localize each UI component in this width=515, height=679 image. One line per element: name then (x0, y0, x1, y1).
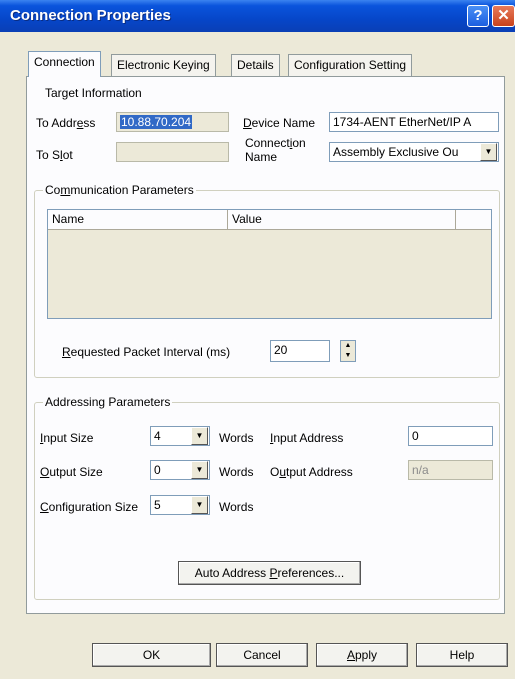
connection-name-label: Connection Name (245, 136, 306, 164)
output-address-field: n/a (408, 460, 493, 480)
to-slot-label: To Slot (36, 148, 73, 162)
window-title: Connection Properties (10, 7, 171, 24)
dropdown-arrow-icon[interactable]: ▼ (191, 427, 208, 445)
configuration-size-words-label: Words (219, 500, 254, 514)
column-header-empty (456, 210, 491, 230)
addressing-parameters-label: Addressing Parameters (43, 395, 173, 409)
tab-connection[interactable]: Connection (28, 51, 101, 77)
to-address-label: To Address (36, 116, 96, 130)
connection-properties-dialog: Connection Properties ? ✕ Connection Ele… (0, 0, 515, 679)
output-address-label: Output Address (270, 465, 353, 479)
configuration-size-label: Configuration Size (40, 500, 139, 514)
title-bar[interactable]: Connection Properties ? ✕ (0, 0, 515, 32)
column-header-value[interactable]: Value (228, 210, 456, 230)
close-icon[interactable]: ✕ (492, 5, 515, 27)
tab-electronic-keying[interactable]: Electronic Keying (111, 54, 216, 76)
input-address-label: Input Address (270, 431, 344, 445)
spin-up-icon[interactable]: ▲ (341, 341, 355, 351)
auto-address-preferences-button[interactable]: Auto Address Preferences... (178, 561, 361, 585)
cancel-button[interactable]: Cancel (216, 643, 308, 667)
dropdown-arrow-icon[interactable]: ▼ (191, 461, 208, 479)
to-address-field[interactable]: 10.88.70.204 (116, 112, 229, 132)
input-address-field[interactable]: 0 (408, 426, 493, 446)
rpi-input[interactable]: 20 (270, 340, 330, 362)
column-header-name[interactable]: Name (48, 210, 228, 230)
connection-name-select[interactable]: Assembly Exclusive Ou (329, 142, 499, 162)
tab-details[interactable]: Details (231, 54, 280, 76)
input-size-words-label: Words (219, 431, 254, 445)
communication-parameters-label: Communication Parameters (43, 183, 196, 197)
target-information-label: Target Information (45, 86, 142, 100)
parameters-list[interactable]: Name Value (47, 209, 492, 319)
output-size-words-label: Words (219, 465, 254, 479)
dropdown-arrow-icon[interactable]: ▼ (191, 496, 208, 514)
rpi-label: Requested Packet Interval (ms) (62, 345, 231, 359)
spin-down-icon[interactable]: ▼ (341, 351, 355, 361)
dropdown-arrow-icon[interactable]: ▼ (480, 143, 497, 161)
input-size-label: Input Size (40, 431, 94, 445)
help-button[interactable]: Help (416, 643, 508, 667)
device-name-label: Device Name (243, 116, 316, 130)
ok-button[interactable]: OK (92, 643, 211, 667)
rpi-spinner[interactable]: ▲ ▼ (340, 340, 356, 362)
help-icon[interactable]: ? (467, 5, 489, 27)
apply-button[interactable]: Apply (316, 643, 408, 667)
to-slot-field[interactable] (116, 142, 229, 162)
tab-configuration-setting[interactable]: Configuration Setting (288, 54, 413, 76)
output-size-label: Output Size (40, 465, 103, 479)
device-name-field[interactable]: 1734-AENT EtherNet/IP A (329, 112, 499, 132)
